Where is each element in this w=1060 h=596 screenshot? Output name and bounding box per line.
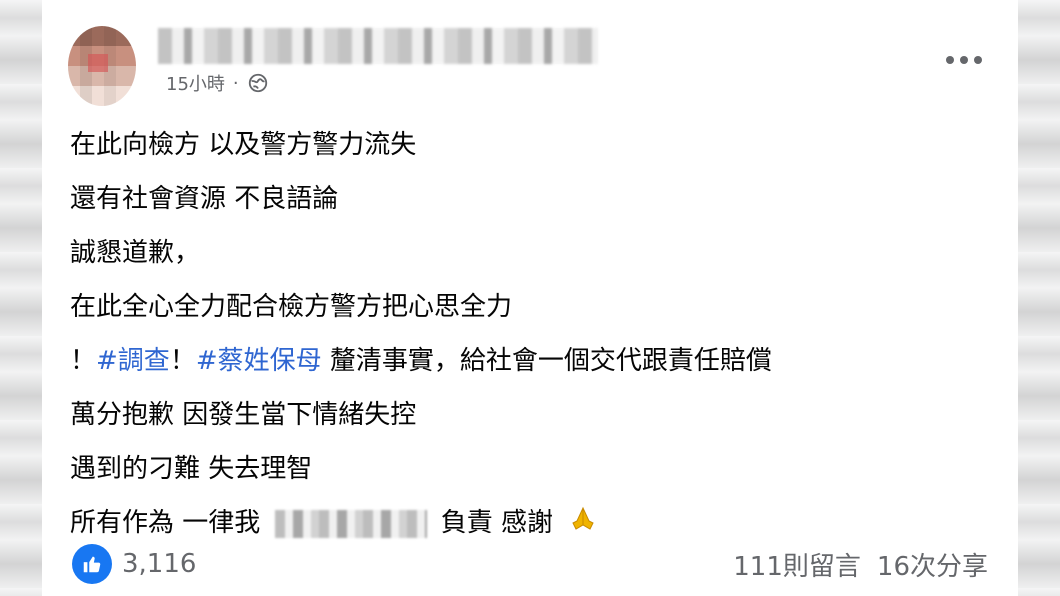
background-right-strip: [1018, 0, 1060, 596]
globe-icon: [247, 72, 269, 94]
avatar[interactable]: [68, 26, 136, 106]
facebook-post-card: 15小時 · 在此向檢方 以及警方警力流失 還有社會資源 不良語論 誠懇道歉， …: [42, 0, 1018, 596]
line5-suffix: 釐清事實，給社會一個交代跟責任賠償: [321, 346, 772, 376]
pray-icon: [567, 498, 599, 530]
background-left-strip: [0, 0, 42, 596]
reactions-summary[interactable]: 3,116: [42, 544, 196, 584]
post-line-1: 在此向檢方 以及警方警力流失: [70, 130, 417, 160]
post-line-5: ！#調查！#蔡姓保母 釐清事實，給社會一個交代跟責任賠償: [70, 334, 990, 388]
hashtag-nanny[interactable]: #蔡姓保母: [196, 346, 322, 376]
post-line-6: 萬分抱歉 因發生當下情緒失控: [70, 400, 417, 430]
shares-count[interactable]: 16次分享: [877, 546, 988, 583]
meta-separator: ·: [232, 72, 239, 94]
post-meta: 15小時 ·: [166, 70, 269, 96]
post-header: 15小時 ·: [42, 0, 1018, 110]
like-icon: [72, 544, 112, 584]
more-dot: [974, 56, 982, 64]
post-line-2: 還有社會資源 不良語論: [70, 184, 339, 214]
post-line-3: 誠懇道歉，: [70, 238, 201, 268]
line5-prefix: ！: [70, 346, 97, 376]
post-footer: 3,116 111則留言 16次分享: [42, 532, 1018, 596]
comments-count[interactable]: 111則留言: [733, 546, 861, 583]
post-line-7: 遇到的刁難 失去理智: [70, 454, 313, 484]
more-dot: [960, 56, 968, 64]
post-body: 在此向檢方 以及警方警力流失 還有社會資源 不良語論 誠懇道歉， 在此全心全力配…: [70, 118, 990, 550]
post-line-4: 在此全心全力配合檢方警方把心思全力: [70, 292, 513, 322]
like-count[interactable]: 3,116: [122, 549, 196, 579]
hashtag-investigation[interactable]: #調查: [96, 346, 170, 376]
more-dot: [946, 56, 954, 64]
author-name-blurred[interactable]: [158, 28, 598, 64]
engagement-counts: 111則留言 16次分享: [733, 546, 1018, 583]
more-icon[interactable]: [944, 48, 984, 72]
post-timestamp[interactable]: 15小時: [166, 70, 225, 96]
line5-mid: ！: [169, 346, 196, 376]
